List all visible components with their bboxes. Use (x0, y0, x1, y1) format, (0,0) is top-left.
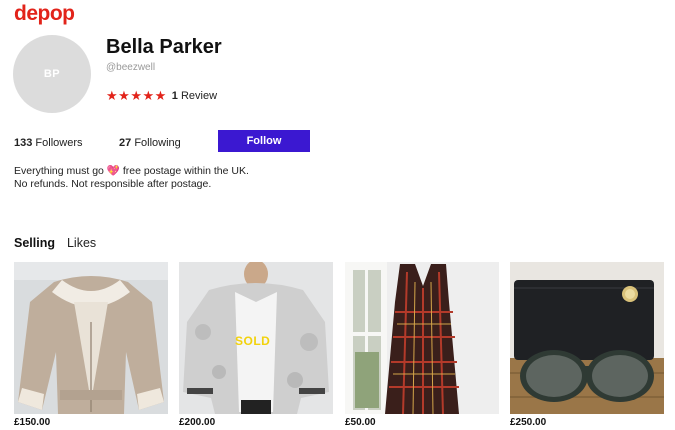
product-card[interactable]: £150.00 (14, 262, 168, 428)
profile-name: Bella Parker (106, 36, 222, 58)
review-count: 1 (171, 90, 178, 102)
profile-bio: Everything must go 💖 free postage within… (14, 165, 264, 191)
followers-link[interactable]: 133 Followers (14, 137, 83, 149)
product-price: £250.00 (510, 417, 547, 428)
following-label: Following (134, 137, 181, 149)
product-price: £50.00 (345, 417, 376, 428)
followers-count: 133 (14, 137, 33, 149)
product-price: £150.00 (14, 417, 51, 428)
avatar: BP (13, 35, 91, 113)
product-image[interactable]: SOLD (179, 262, 333, 414)
star-icon: ★ (154, 88, 167, 103)
heart-emoji-icon: 💖 (106, 165, 120, 177)
following-link[interactable]: 27 Following (119, 137, 181, 149)
follow-button[interactable]: Follow (218, 130, 310, 152)
bio-text-start: Everything must go (14, 165, 104, 177)
product-price: £200.00 (179, 417, 216, 428)
product-card[interactable]: £250.00 (510, 262, 664, 428)
product-image[interactable] (345, 262, 499, 414)
following-count: 27 (119, 137, 132, 149)
sold-badge: SOLD (235, 334, 271, 348)
product-image[interactable] (510, 262, 664, 414)
review-label: Review (180, 90, 218, 102)
followers-label: Followers (35, 137, 83, 149)
tab-selling[interactable]: Selling (14, 236, 55, 250)
product-image[interactable] (14, 262, 168, 414)
review-link[interactable]: 1 Review (172, 90, 217, 102)
profile-tabs: Selling Likes (14, 236, 96, 250)
product-card[interactable]: £50.00 (345, 262, 499, 428)
depop-logo[interactable]: depop (14, 2, 75, 26)
profile-username: @beezwell (106, 62, 156, 73)
star-rating: ★ ★ ★ ★ ★ (106, 89, 167, 103)
tab-likes[interactable]: Likes (67, 236, 96, 250)
star-icon: ★ (142, 88, 155, 103)
rating[interactable]: ★ ★ ★ ★ ★ 1 Review (106, 89, 217, 103)
star-icon: ★ (130, 88, 142, 103)
star-icon: ★ (106, 88, 118, 103)
star-icon: ★ (118, 88, 130, 103)
product-card[interactable]: SOLD £200.00 (179, 262, 333, 428)
avatar-initials: BP (43, 68, 61, 80)
